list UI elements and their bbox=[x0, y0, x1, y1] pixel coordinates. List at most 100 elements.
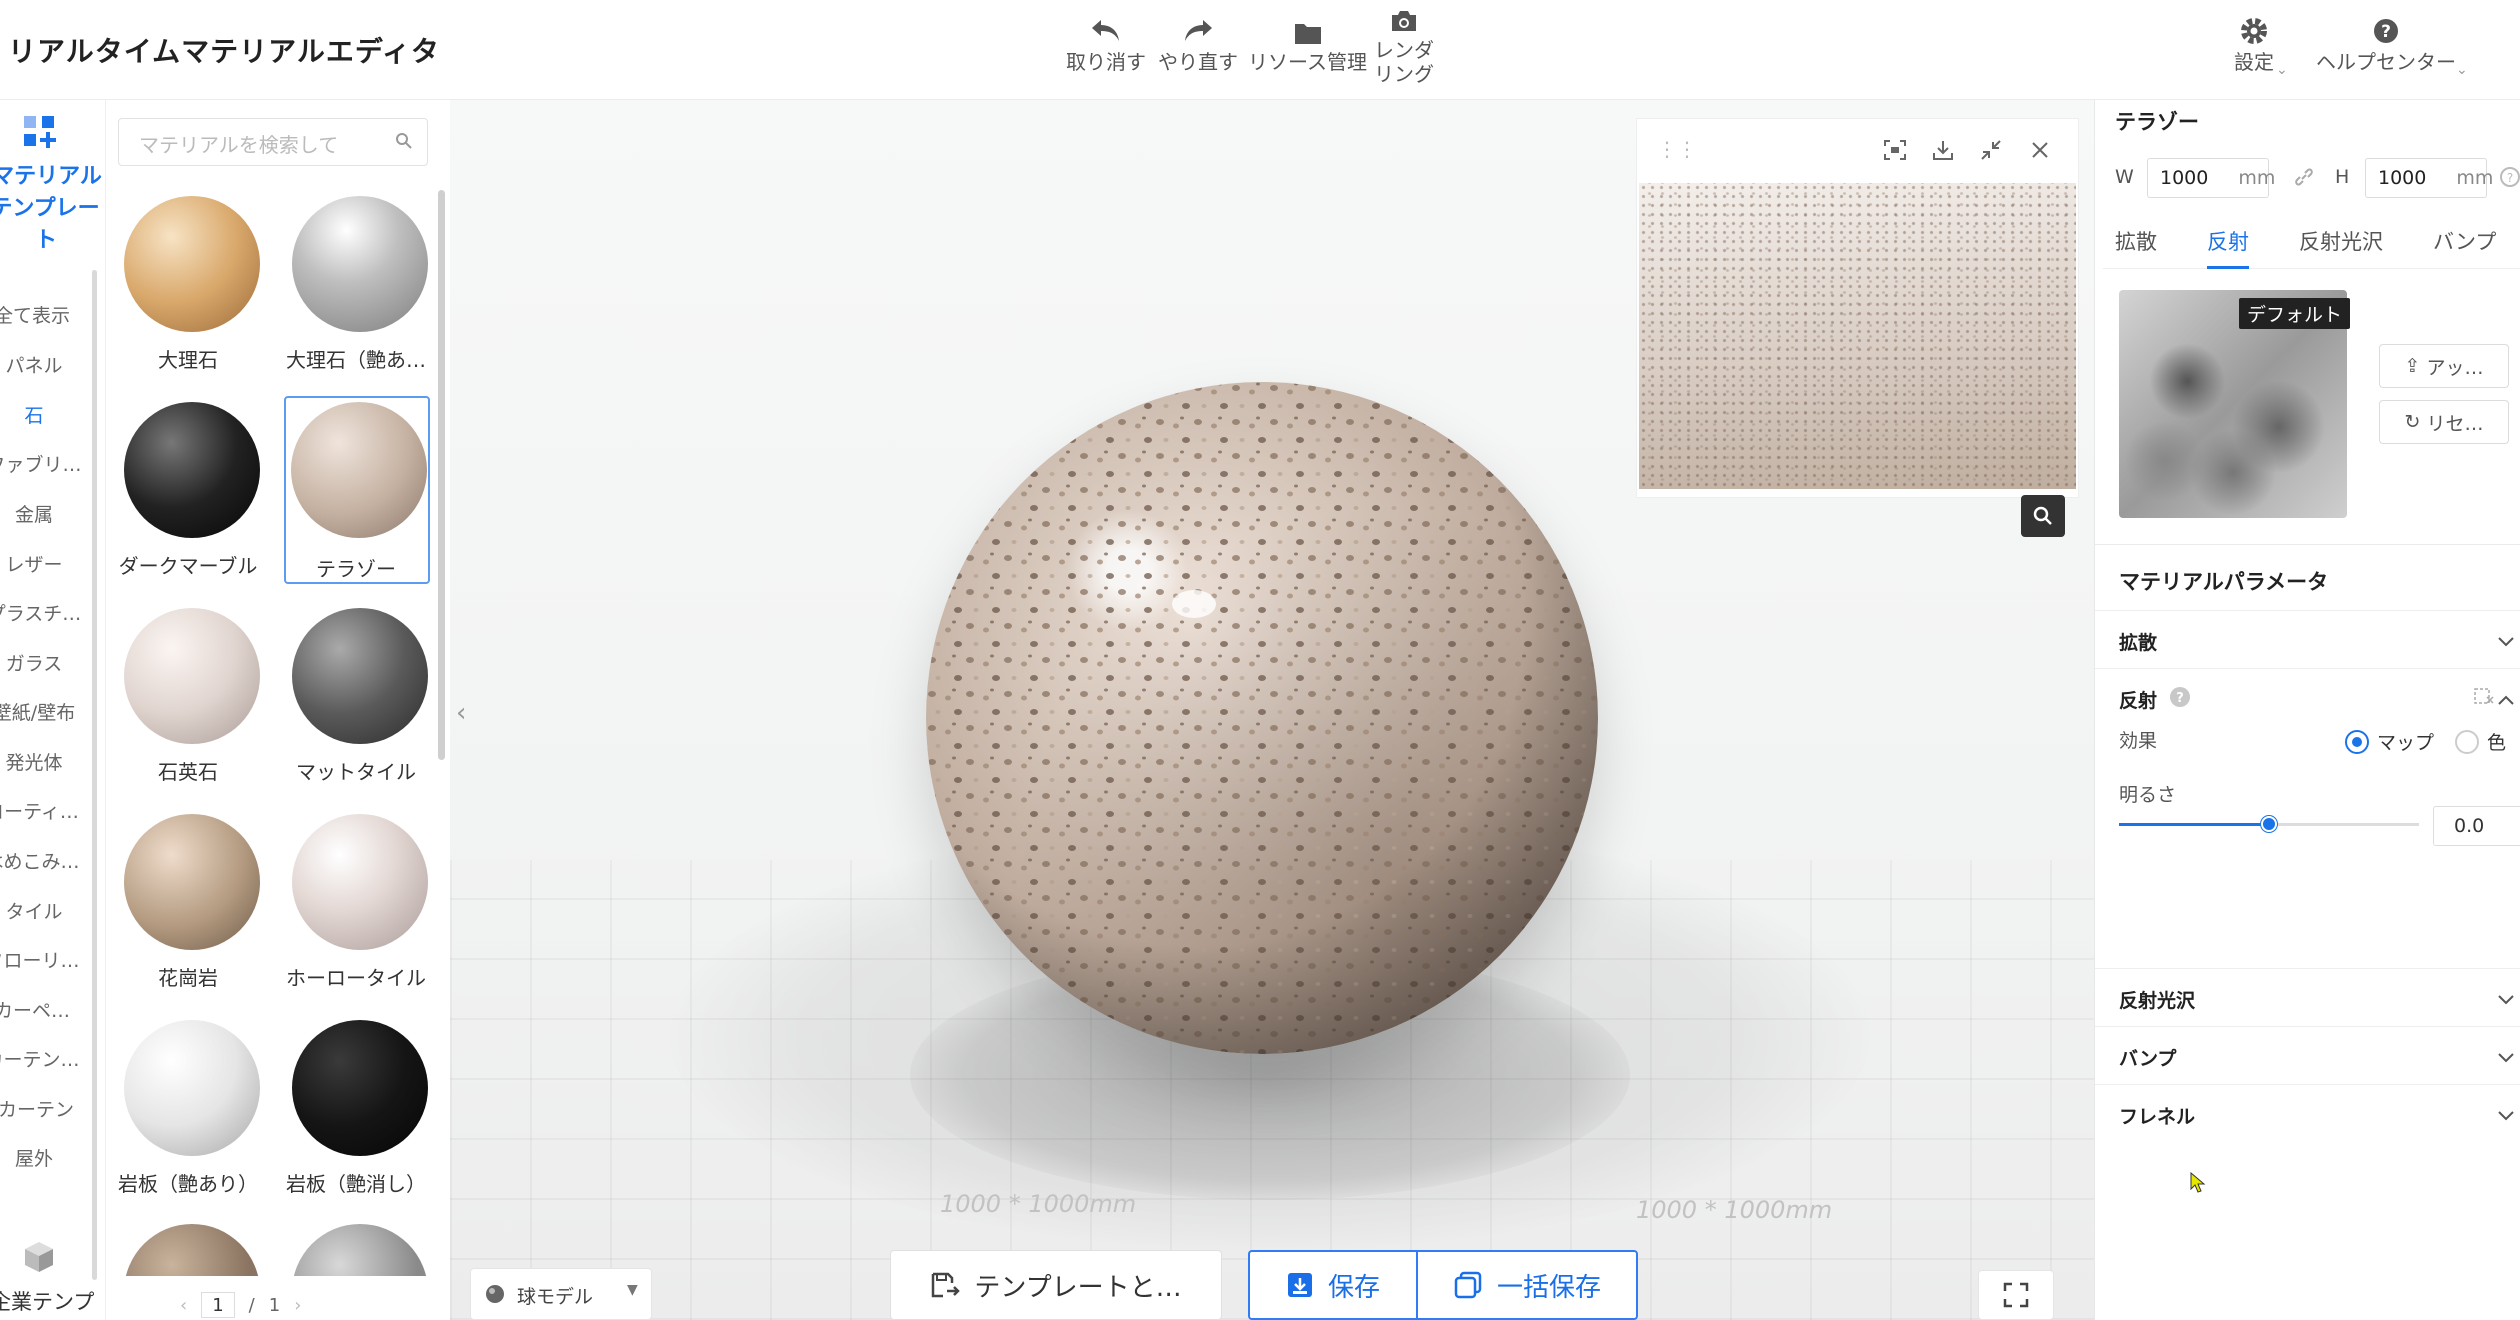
category-item-curtain[interactable]: カーテン bbox=[0, 1095, 86, 1122]
reflection-help-icon[interactable]: ? bbox=[2169, 686, 2191, 712]
category-item-flooring[interactable]: フローリ… bbox=[0, 946, 82, 973]
accordion-fresnel[interactable]: フレネル bbox=[2095, 1084, 2520, 1142]
save-button[interactable]: 保存 bbox=[1248, 1250, 1418, 1320]
accordion-diffuse-label: 拡散 bbox=[2119, 632, 2158, 654]
material-tile-marble[interactable]: 大理石 bbox=[112, 188, 264, 384]
material-tile-partial-1[interactable] bbox=[124, 1224, 260, 1276]
enterprise-template-icon bbox=[22, 1240, 56, 1278]
category-item-emissive[interactable]: 発光体 bbox=[0, 748, 80, 775]
bulk-save-button[interactable]: 一括保存 bbox=[1416, 1250, 1638, 1320]
category-item-outdoor[interactable]: 屋外 bbox=[0, 1144, 80, 1171]
material-tile-slab-matte[interactable]: 岩板（艶消し） bbox=[280, 1012, 432, 1208]
category-item-leather[interactable]: レザー bbox=[0, 550, 80, 577]
tab-reflection[interactable]: 反射 bbox=[2207, 226, 2249, 256]
tab-reflection-gloss[interactable]: 反射光沢 bbox=[2299, 226, 2383, 256]
close-icon[interactable] bbox=[2029, 139, 2051, 165]
collapse-left-panel-icon[interactable]: ‹ bbox=[456, 698, 466, 728]
effect-option-map[interactable]: マップ bbox=[2345, 728, 2434, 755]
settings-button[interactable]: 設定 bbox=[2234, 12, 2274, 74]
radio-map[interactable] bbox=[2345, 729, 2369, 754]
sphere-model-icon bbox=[485, 1284, 505, 1309]
enterprise-template-label[interactable]: 企業テンプ bbox=[0, 1286, 94, 1316]
material-tile-matte-tile[interactable]: マットタイル bbox=[280, 600, 432, 796]
template-save-icon bbox=[932, 1272, 961, 1298]
effect-label: 効果 bbox=[2119, 730, 2158, 752]
save-as-template-button[interactable]: テンプレートと… bbox=[890, 1250, 1222, 1320]
radio-color[interactable] bbox=[2455, 729, 2479, 754]
undo-label: 取り消す bbox=[1066, 50, 1146, 74]
terrazzo-sphere-preview[interactable] bbox=[926, 382, 1598, 1054]
accordion-diffuse[interactable]: 拡散 bbox=[2095, 610, 2520, 668]
category-item-tile[interactable]: タイル bbox=[0, 897, 80, 924]
category-sidebar: マテリアル テンプレー ト 全て表示 パネル 石 ファブリ… 金属 レザー プラ… bbox=[0, 100, 106, 1320]
accordion-bump[interactable]: バンプ bbox=[2095, 1026, 2520, 1084]
material-tile-slab-glossy[interactable]: 岩板（艶あり） bbox=[112, 1012, 264, 1208]
reflection-texture-thumbnail[interactable]: デフォルト bbox=[2119, 290, 2351, 518]
upload-texture-button[interactable]: ⇪ アッ… bbox=[2379, 344, 2509, 388]
category-item-curtain-more[interactable]: カーテン… bbox=[0, 1045, 82, 1072]
help-chevron-icon: ⌄ bbox=[2456, 62, 2468, 78]
redo-icon bbox=[1181, 12, 1215, 46]
category-header-line2[interactable]: テンプレー bbox=[0, 190, 100, 222]
category-item-inlay[interactable]: はめこみ… bbox=[0, 847, 82, 874]
download-icon[interactable] bbox=[1931, 139, 1955, 165]
material-grid-scrollbar[interactable] bbox=[438, 190, 445, 760]
drag-handle-icon[interactable]: ⋮⋮ bbox=[1657, 137, 1697, 161]
category-item-carpet[interactable]: カーペ… bbox=[0, 996, 82, 1023]
material-search-input[interactable]: マテリアルを検索して bbox=[118, 118, 428, 166]
tab-diffuse[interactable]: 拡散 bbox=[2115, 226, 2157, 256]
next-page-icon[interactable]: › bbox=[294, 1295, 301, 1316]
material-params-title: マテリアルパラメータ bbox=[2119, 570, 2329, 594]
undo-button[interactable]: 取り消す bbox=[1066, 12, 1146, 74]
accordion-fresnel-label: フレネル bbox=[2119, 1106, 2196, 1128]
category-item-fabric[interactable]: ファブリ… bbox=[0, 450, 84, 477]
upload-label: アッ… bbox=[2426, 356, 2484, 379]
help-center-button[interactable]: ? ヘルプセンター bbox=[2316, 12, 2456, 74]
tab-bump[interactable]: バンプ bbox=[2433, 226, 2496, 256]
brightness-value-input[interactable]: 0.0 bbox=[2433, 806, 2520, 846]
brightness-slider-knob[interactable] bbox=[2261, 816, 2277, 832]
width-input[interactable]: 1000 mm bbox=[2147, 158, 2275, 198]
category-scrollbar[interactable] bbox=[92, 270, 97, 1280]
category-header-line1[interactable]: マテリアル bbox=[0, 158, 102, 190]
model-select[interactable]: 球モデル ▼ bbox=[470, 1268, 652, 1320]
material-tile-marble-glossy[interactable]: 大理石（艶あ… bbox=[280, 188, 432, 384]
effect-option-color[interactable]: 色 bbox=[2455, 728, 2506, 755]
height-input[interactable]: 1000 mm bbox=[2365, 158, 2493, 198]
material-tile-granite[interactable]: 花崗岩 bbox=[112, 806, 264, 1002]
clear-map-icon[interactable] bbox=[2473, 687, 2495, 711]
redo-button[interactable]: やり直す bbox=[1158, 12, 1238, 74]
category-item-glass[interactable]: ガラス bbox=[0, 649, 80, 676]
category-item-metal[interactable]: 金属 bbox=[0, 500, 80, 527]
category-header-line3[interactable]: ト bbox=[0, 222, 92, 254]
category-item-wallpaper[interactable]: 壁紙/壁布 bbox=[0, 698, 84, 725]
zoom-button[interactable] bbox=[2021, 495, 2065, 537]
accordion-gloss[interactable]: 反射光沢 bbox=[2095, 968, 2520, 1026]
category-item-all[interactable]: 全て表示 bbox=[0, 301, 82, 328]
page-current-input[interactable]: 1 bbox=[201, 1292, 235, 1318]
dimension-help-icon[interactable]: ? bbox=[2499, 166, 2520, 192]
model-select-value: 球モデル bbox=[517, 1286, 594, 1308]
category-item-plastic[interactable]: プラスチ… bbox=[0, 599, 84, 626]
fullscreen-button[interactable] bbox=[1978, 1270, 2054, 1320]
category-item-coating[interactable]: コーティ… bbox=[0, 797, 82, 824]
fit-screen-icon[interactable] bbox=[1883, 139, 1907, 165]
material-label: 岩板（艶消し） bbox=[286, 1172, 426, 1196]
resource-manager-button[interactable]: リソース管理 bbox=[1248, 12, 1367, 74]
settings-label: 設定 bbox=[2234, 50, 2274, 74]
prev-page-icon[interactable]: ‹ bbox=[180, 1295, 187, 1316]
material-thumb bbox=[124, 608, 260, 744]
search-icon[interactable] bbox=[395, 132, 413, 154]
category-item-panel[interactable]: パネル bbox=[0, 351, 80, 378]
render-button[interactable]: レンダ リング bbox=[1374, 2, 1434, 86]
material-tile-enamel-tile[interactable]: ホーロータイル bbox=[280, 806, 432, 1002]
reset-texture-button[interactable]: ↻ リセ… bbox=[2379, 400, 2509, 444]
link-icon[interactable] bbox=[2293, 166, 2315, 192]
material-thumb bbox=[124, 196, 260, 332]
material-name: テラゾー bbox=[2115, 110, 2199, 134]
material-tile-partial-2[interactable] bbox=[292, 1224, 428, 1276]
material-tile-dark-marble[interactable]: ダークマーブル bbox=[112, 394, 264, 590]
category-item-stone[interactable]: 石 bbox=[0, 401, 80, 428]
shrink-icon[interactable] bbox=[1979, 139, 2003, 165]
material-tile-quartz[interactable]: 石英石 bbox=[112, 600, 264, 796]
